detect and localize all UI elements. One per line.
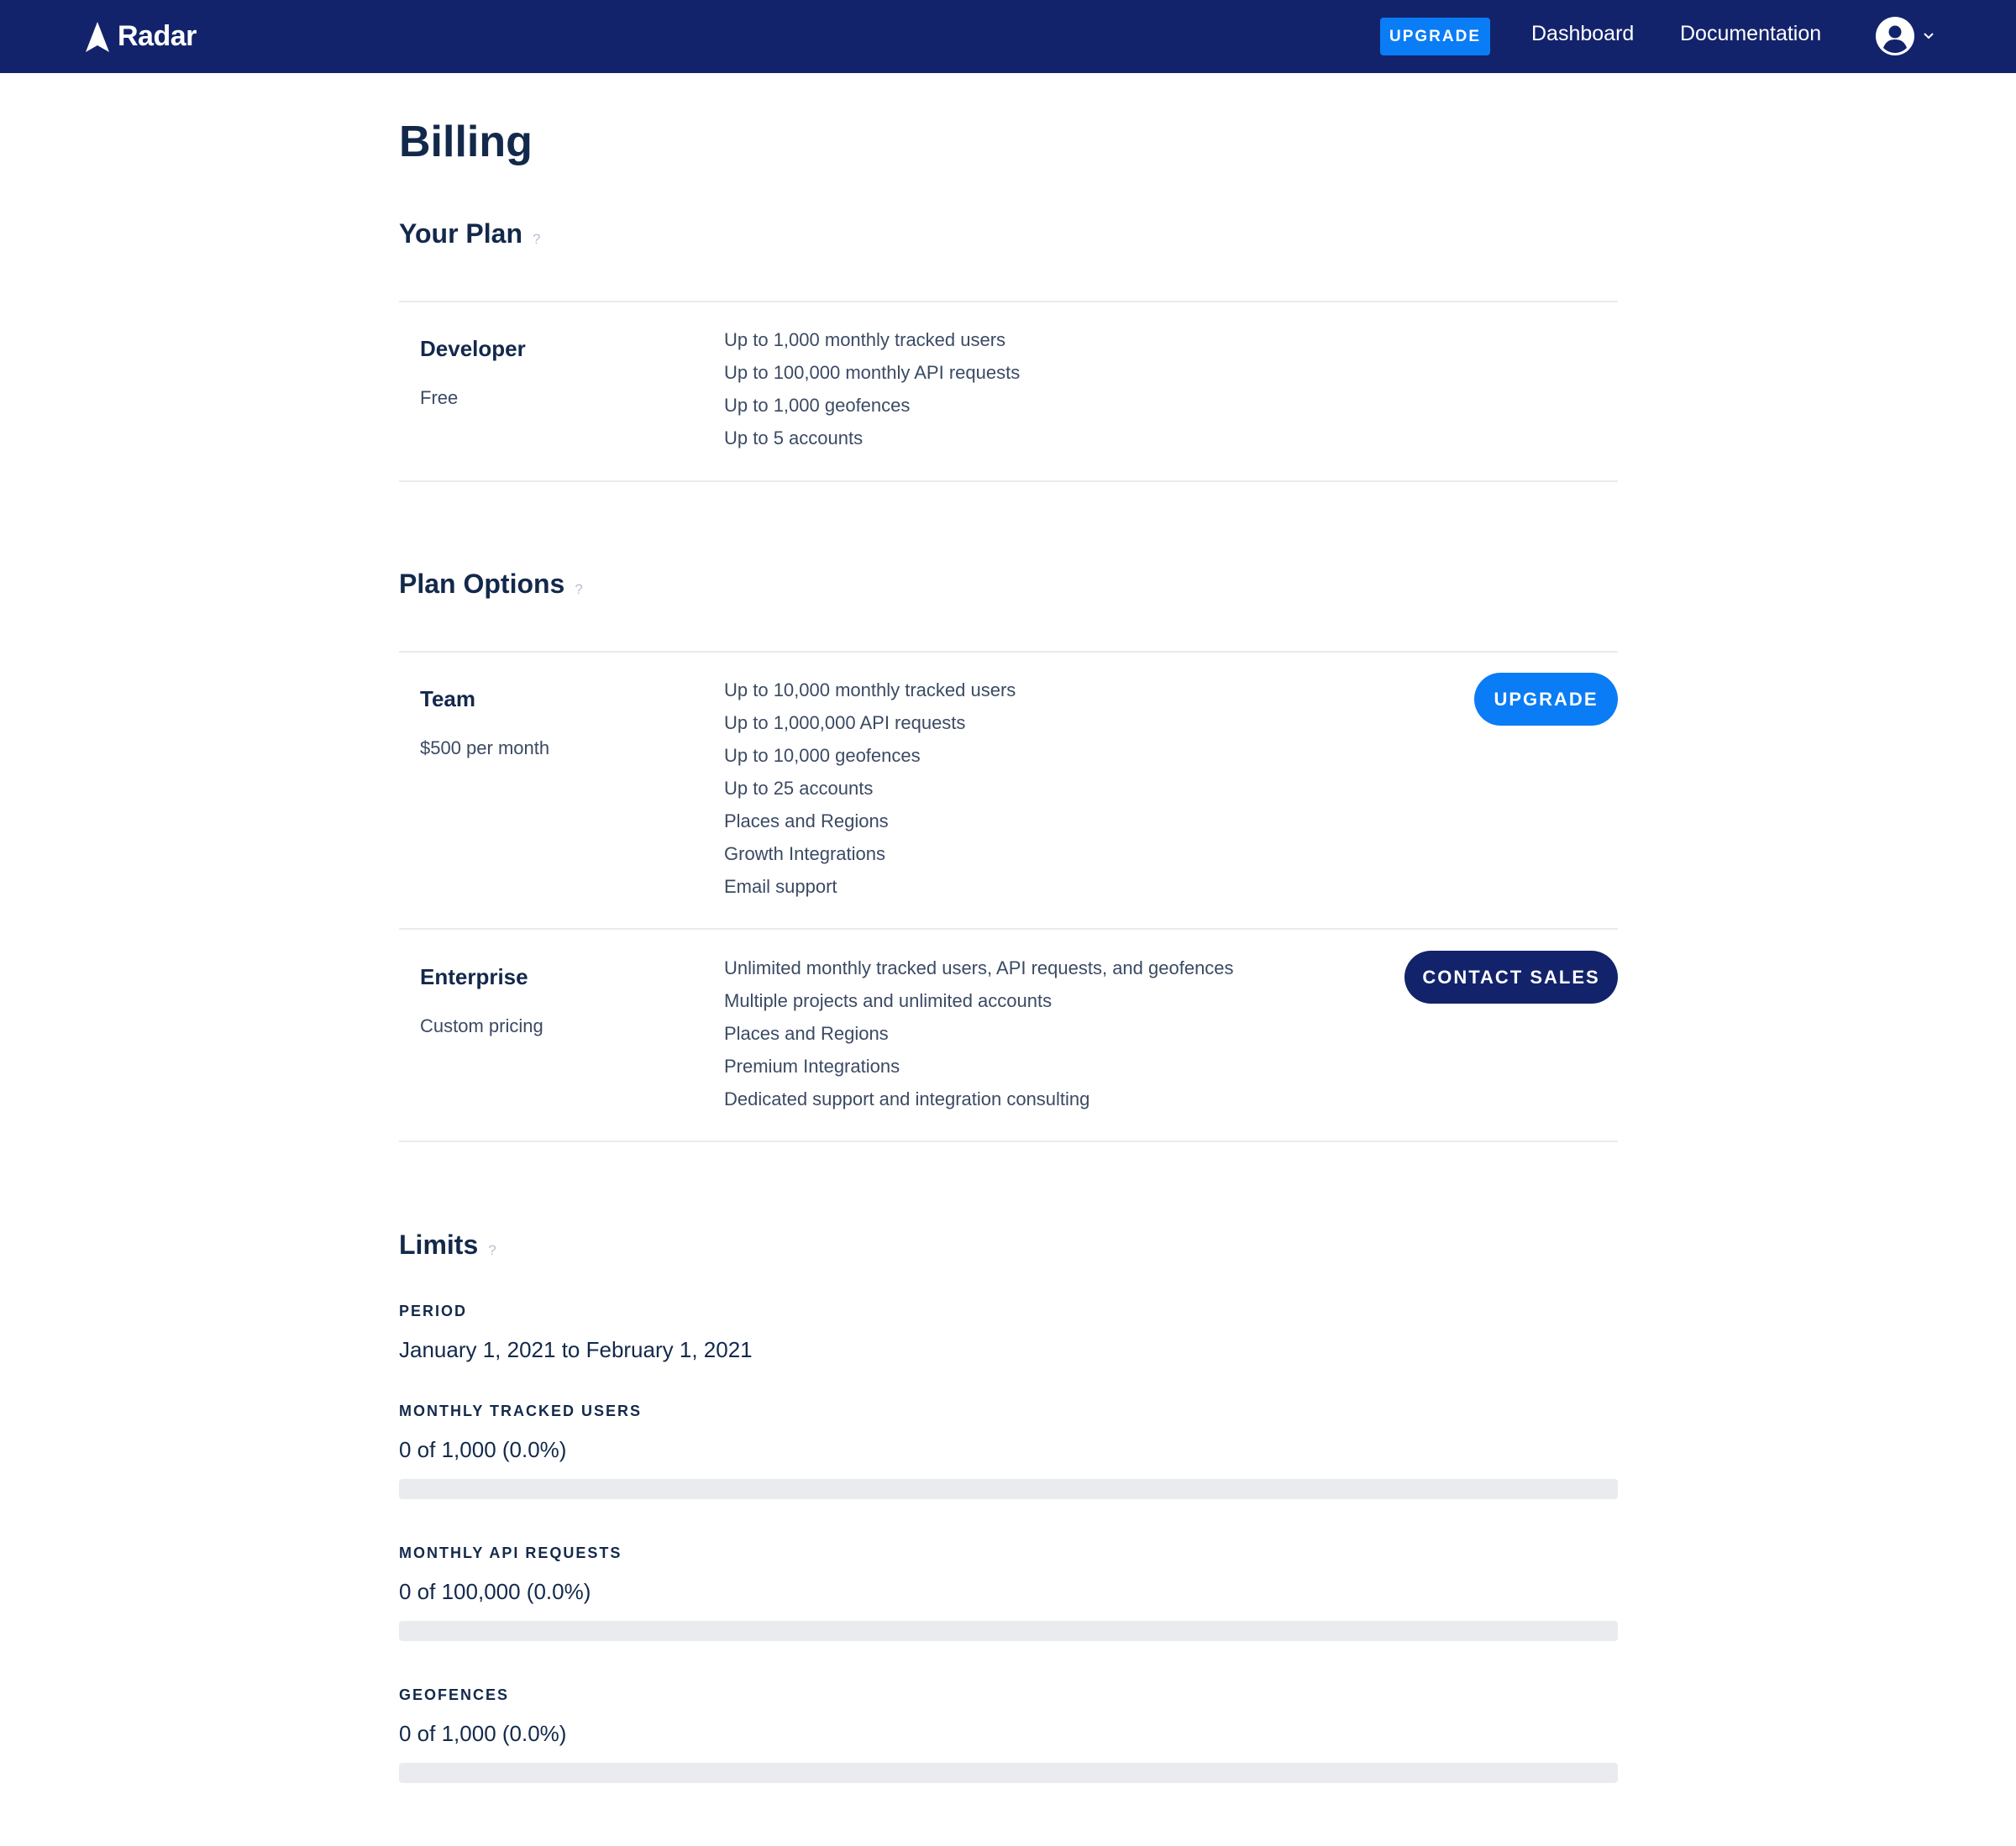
divider bbox=[399, 1141, 1618, 1142]
geofences-value: 0 of 1,000 (0.0%) bbox=[399, 1721, 567, 1746]
current-plan-price: Free bbox=[420, 387, 459, 408]
limits-help-icon[interactable]: ? bbox=[488, 1242, 496, 1259]
divider bbox=[399, 928, 1618, 930]
feature-item: Places and Regions bbox=[724, 810, 889, 831]
chevron-down-icon bbox=[1924, 33, 1934, 39]
feature-item: Up to 5 accounts bbox=[724, 427, 864, 448]
divider bbox=[399, 301, 1618, 302]
feature-item: Up to 1,000 monthly tracked users bbox=[724, 329, 1006, 350]
tracked-users-label: MONTHLY TRACKED USERS bbox=[399, 1403, 643, 1419]
current-plan-name: Developer bbox=[420, 336, 526, 361]
feature-item: Growth Integrations bbox=[724, 843, 885, 864]
feature-item: Up to 100,000 monthly API requests bbox=[724, 362, 1021, 383]
divider bbox=[399, 651, 1618, 653]
enterprise-plan-name: Enterprise bbox=[420, 964, 528, 989]
current-plan-features: Up to 1,000 monthly tracked users Up to … bbox=[724, 323, 1020, 454]
your-plan-title: Your Plan bbox=[399, 218, 522, 249]
tracked-users-value: 0 of 1,000 (0.0%) bbox=[399, 1437, 567, 1462]
feature-item: Up to 1,000 geofences bbox=[724, 395, 911, 416]
geofences-label: GEOFENCES bbox=[399, 1686, 510, 1703]
user-avatar-icon bbox=[1876, 17, 1914, 55]
period-value: January 1, 2021 to February 1, 2021 bbox=[399, 1337, 753, 1362]
brand-name: Radar bbox=[118, 20, 197, 52]
feature-item: Premium Integrations bbox=[724, 1056, 900, 1077]
team-plan-price: $500 per month bbox=[420, 737, 550, 758]
limits-title: Limits bbox=[399, 1230, 479, 1260]
tracked-users-progress-bar bbox=[399, 1479, 1618, 1499]
team-upgrade-button[interactable]: UPGRADE bbox=[1474, 673, 1618, 726]
enterprise-plan-features: Unlimited monthly tracked users, API req… bbox=[724, 952, 1234, 1115]
plan-options-heading: Plan Options ? bbox=[399, 569, 583, 600]
radar-logo[interactable]: Radar bbox=[86, 20, 197, 53]
plan-options-help-icon[interactable]: ? bbox=[575, 581, 582, 598]
team-plan-name: Team bbox=[420, 686, 475, 711]
team-plan-features: Up to 10,000 monthly tracked users Up to… bbox=[724, 674, 1016, 903]
feature-item: Up to 1,000,000 API requests bbox=[724, 712, 966, 733]
feature-item: Email support bbox=[724, 876, 837, 897]
feature-item: Places and Regions bbox=[724, 1023, 889, 1044]
api-requests-value: 0 of 100,000 (0.0%) bbox=[399, 1579, 591, 1604]
plan-options-title: Plan Options bbox=[399, 569, 565, 599]
limits-heading: Limits ? bbox=[399, 1230, 496, 1261]
feature-item: Unlimited monthly tracked users, API req… bbox=[724, 957, 1234, 978]
nav-upgrade-button[interactable]: UPGRADE bbox=[1380, 18, 1490, 55]
account-menu[interactable] bbox=[1876, 17, 1935, 55]
api-requests-label: MONTHLY API REQUESTS bbox=[399, 1544, 622, 1561]
feature-item: Up to 10,000 geofences bbox=[724, 745, 921, 766]
top-nav-bar: Radar UPGRADE Dashboard Documentation bbox=[0, 0, 2016, 73]
nav-dashboard-link[interactable]: Dashboard bbox=[1531, 22, 1634, 46]
your-plan-help-icon[interactable]: ? bbox=[533, 231, 540, 248]
api-requests-progress-bar bbox=[399, 1621, 1618, 1641]
your-plan-heading: Your Plan ? bbox=[399, 218, 540, 249]
feature-item: Up to 10,000 monthly tracked users bbox=[724, 679, 1016, 700]
period-label: PERIOD bbox=[399, 1303, 468, 1319]
page-title: Billing bbox=[399, 118, 533, 166]
geofences-progress-bar bbox=[399, 1763, 1618, 1783]
nav-documentation-link[interactable]: Documentation bbox=[1680, 22, 1821, 46]
feature-item: Dedicated support and integration consul… bbox=[724, 1088, 1090, 1109]
feature-item: Up to 25 accounts bbox=[724, 778, 874, 799]
contact-sales-button[interactable]: CONTACT SALES bbox=[1404, 951, 1618, 1004]
radar-logo-icon bbox=[86, 21, 109, 52]
divider bbox=[399, 480, 1618, 482]
feature-item: Multiple projects and unlimited accounts bbox=[724, 990, 1053, 1011]
enterprise-plan-price: Custom pricing bbox=[420, 1015, 543, 1036]
